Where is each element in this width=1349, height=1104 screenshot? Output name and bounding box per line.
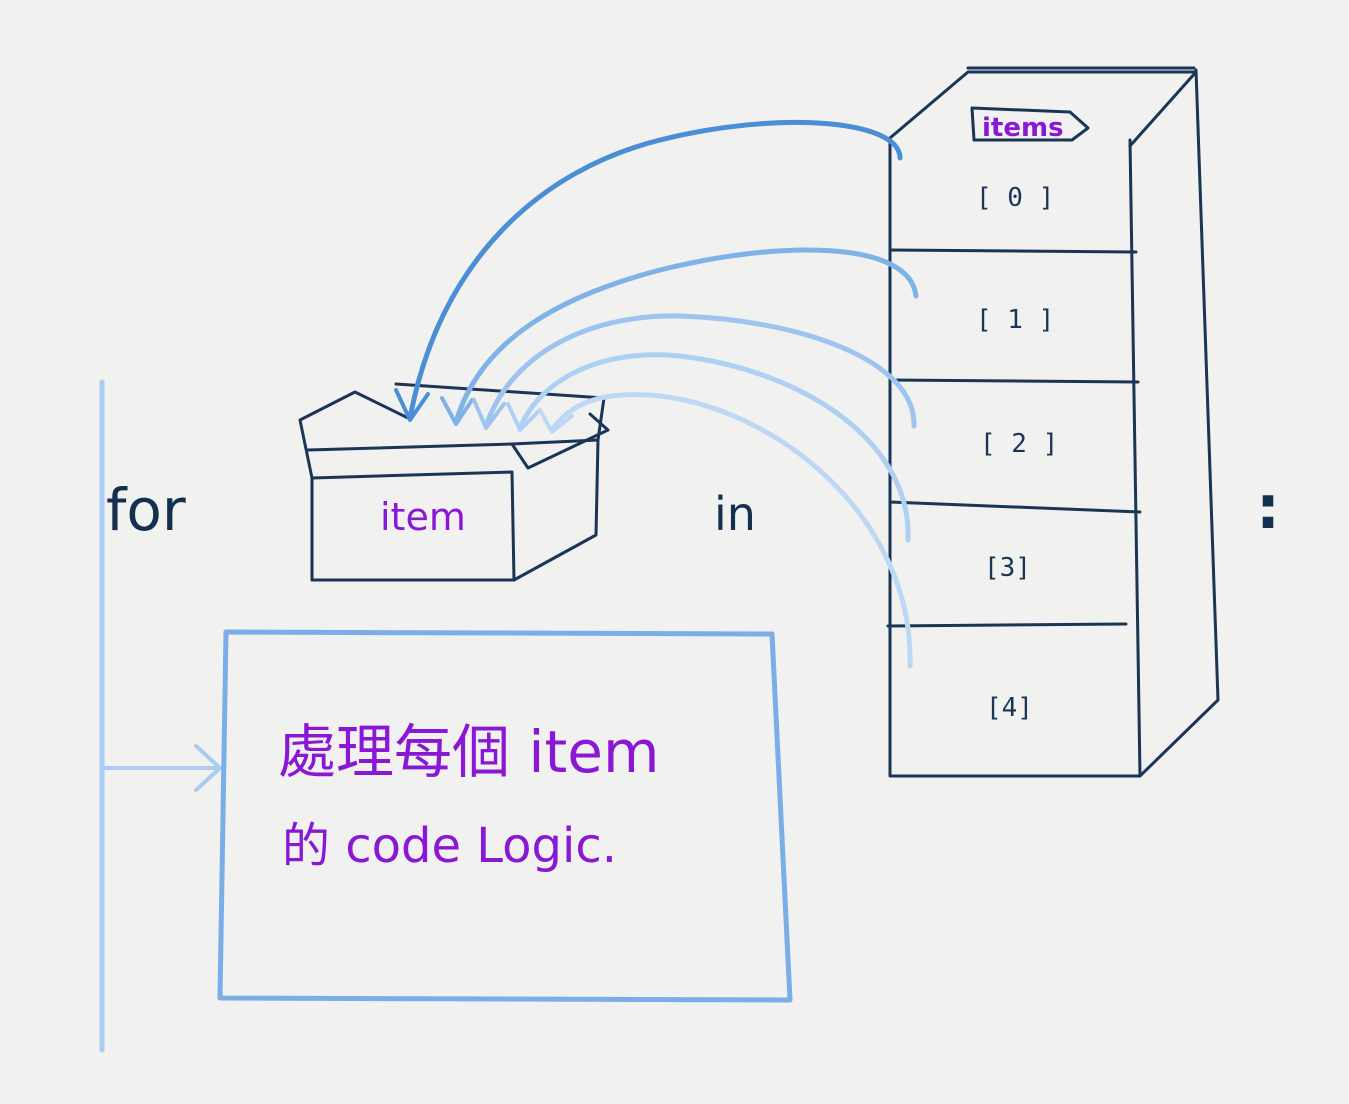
row-divider — [886, 622, 1128, 628]
in-keyword: in — [714, 487, 756, 541]
index-label-4: [4] — [986, 693, 1033, 723]
loop-body-box — [217, 629, 793, 1003]
row-divider — [888, 378, 1140, 384]
for-keyword: for — [106, 476, 186, 544]
for-loop-diagram: for item in : items [ 0 ] [ 1 ] [ 2 ] [3… — [99, 66, 1280, 1053]
row-divider — [888, 500, 1142, 514]
body-text-line-2: 的 code Logic. — [282, 818, 617, 874]
index-label-1: [ 1 ] — [976, 305, 1054, 335]
item-box-icon — [298, 382, 610, 582]
index-label-2: [ 2 ] — [980, 429, 1058, 459]
loop-entry-arrow — [104, 744, 222, 792]
colon-symbol: : — [1256, 473, 1280, 543]
items-tag-label: items — [982, 113, 1064, 143]
items-list-container — [888, 66, 1220, 778]
index-label-3: [3] — [984, 553, 1031, 583]
index-label-0: [ 0 ] — [976, 183, 1054, 213]
body-text-line-1: 處理每個 item — [278, 718, 659, 786]
row-divider — [888, 248, 1138, 254]
item-label: item — [380, 495, 466, 539]
